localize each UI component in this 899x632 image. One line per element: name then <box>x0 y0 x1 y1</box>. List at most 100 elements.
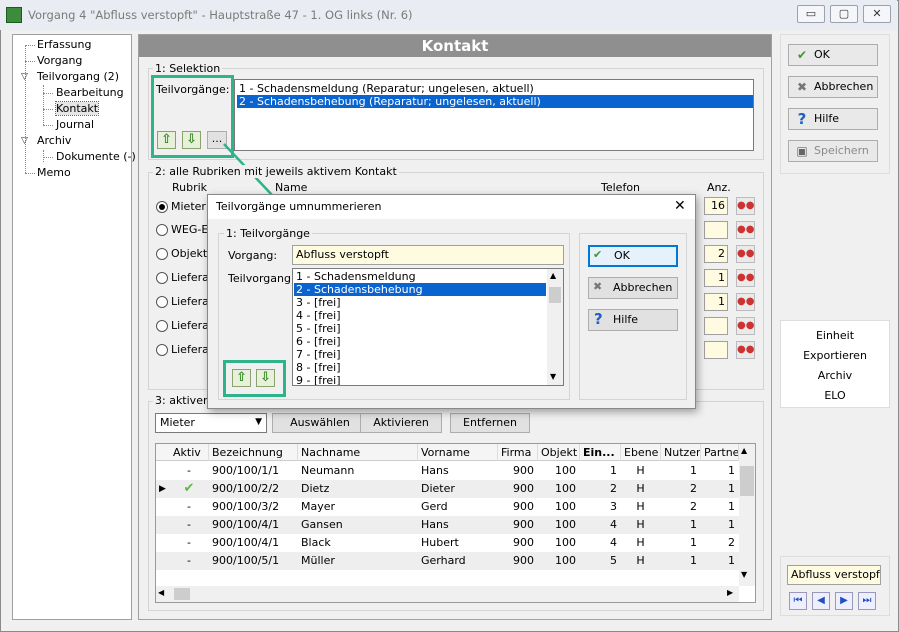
scroll-thumb[interactable] <box>740 466 754 496</box>
list-item[interactable]: 7 - [frei] <box>294 348 546 361</box>
minimize-button[interactable]: ▭ <box>797 5 825 23</box>
rubrik-radio[interactable] <box>156 296 168 308</box>
list-item[interactable]: 6 - [frei] <box>294 335 546 348</box>
chevron-up-icon[interactable]: ▲ <box>741 446 747 455</box>
list-item[interactable]: 3 - [frei] <box>294 296 546 309</box>
list-item[interactable]: 4 - [frei] <box>294 309 546 322</box>
rubrik-dropdown[interactable]: Mieter ▼ <box>155 413 267 433</box>
teilvorgang-listbox[interactable]: 1 - Schadensmeldung 2 - Schadensbehebung 3… <box>292 268 564 386</box>
grid-col-header[interactable]: Firma <box>498 444 538 461</box>
grid-col-header[interactable]: Nutzer <box>661 444 701 461</box>
next-record-icon[interactable]: ▶ <box>835 592 853 610</box>
list-item[interactable]: 9 - [frei] <box>294 374 546 385</box>
nav-item-journal[interactable]: Journal <box>56 118 94 131</box>
grid-col-header[interactable]: Bezeichnung <box>209 444 298 461</box>
maximize-button[interactable]: ▢ <box>830 5 858 23</box>
cross-icon: ✖ <box>796 80 808 94</box>
table-row[interactable]: - 900/100/1/1 Neumann Hans 900 100 1 H 1 1 <box>156 462 739 480</box>
rubrik-radio[interactable] <box>156 344 168 356</box>
auswaehlen-button[interactable]: Auswählen <box>272 413 368 433</box>
scroll-thumb[interactable] <box>174 588 190 600</box>
chevron-up-icon[interactable]: ▲ <box>550 271 556 280</box>
rubrik-radio[interactable] <box>156 248 168 260</box>
list-item[interactable]: 1 - Schadensmeldung (Reparatur; ungelese… <box>237 82 751 95</box>
expand-icon[interactable]: ▽ <box>21 72 28 82</box>
nav-item-bearbeitung[interactable]: Bearbeitung <box>56 86 124 99</box>
people-icon[interactable]: ●● <box>736 197 755 215</box>
aktivieren-button[interactable]: Aktivieren <box>360 413 442 433</box>
list-item[interactable]: 5 - [frei] <box>294 322 546 335</box>
grid-col-header[interactable]: Ebene <box>621 444 661 461</box>
ok-button[interactable]: ✔ OK <box>788 44 878 66</box>
anz-field: 16 <box>704 197 728 215</box>
last-record-icon[interactable]: ⏭ <box>858 592 876 610</box>
list-item[interactable]: 2 - Schadensbehebung (Reparatur; ungeles… <box>237 95 753 108</box>
nav-item-memo[interactable]: Memo <box>37 166 71 179</box>
horizontal-scrollbar[interactable]: ◀ ▶ <box>156 586 739 602</box>
chevron-down-icon[interactable]: ▼ <box>550 372 556 381</box>
rubrik-radio[interactable] <box>156 320 168 332</box>
scroll-thumb[interactable] <box>549 287 561 303</box>
table-row[interactable]: - 900/100/4/1 Black Hubert 900 100 4 H 1 2 <box>156 534 739 552</box>
teilvorgaenge-listbox[interactable]: 1 - Schadensmeldung (Reparatur; ungelese… <box>234 79 754 151</box>
aktiv-cell: - <box>187 464 191 477</box>
grid-col-header[interactable]: Ein... <box>580 444 621 461</box>
nav-item-vorgang[interactable]: Vorgang <box>37 54 82 67</box>
grid-col-header[interactable]: Aktiv <box>170 444 209 461</box>
table-cell: 100 <box>555 482 576 495</box>
table-row[interactable]: - 900/100/5/1 Müller Gerhard 900 100 5 H 1 1 <box>156 552 739 570</box>
dialog-ok-button[interactable]: ✔ OK <box>588 245 678 267</box>
expand-icon[interactable]: ▽ <box>21 136 28 146</box>
grid-col-header[interactable]: Partne <box>701 444 739 461</box>
close-button[interactable]: ✕ <box>863 5 891 23</box>
hilfe-button[interactable]: ? Hilfe <box>788 108 878 130</box>
people-icon[interactable]: ●● <box>736 245 755 263</box>
chevron-down-icon[interactable]: ▼ <box>741 570 747 579</box>
people-icon[interactable]: ●● <box>736 341 755 359</box>
people-icon[interactable]: ●● <box>736 221 755 239</box>
vertical-scrollbar[interactable]: ▲ ▼ <box>739 444 755 586</box>
aktiv-cell: - <box>187 500 191 513</box>
exportieren-link[interactable]: Exportieren <box>781 349 889 362</box>
chevron-right-icon[interactable]: ▶ <box>727 588 733 597</box>
nav-item-archiv[interactable]: Archiv <box>37 134 71 147</box>
entfernen-button[interactable]: Entfernen <box>450 413 530 433</box>
chevron-left-icon[interactable]: ◀ <box>158 588 164 597</box>
table-row[interactable]: ▶ ✔ 900/100/2/2 Dietz Dieter 900 100 2 H 2 1 <box>156 480 739 498</box>
people-icon[interactable]: ●● <box>736 293 755 311</box>
elo-link[interactable]: ELO <box>781 389 889 402</box>
prev-record-icon[interactable]: ◀ <box>812 592 830 610</box>
table-row[interactable]: - 900/100/4/1 Gansen Hans 900 100 4 H 1 1 <box>156 516 739 534</box>
list-item[interactable]: 8 - [frei] <box>294 361 546 374</box>
table-cell: 900 <box>513 464 534 477</box>
grid-col-header[interactable]: Vorname <box>418 444 498 461</box>
nav-item-kontakt[interactable]: Kontakt <box>54 101 100 116</box>
rubrik-radio[interactable] <box>156 272 168 284</box>
rubrik-radio[interactable] <box>156 224 168 236</box>
app-icon <box>6 7 22 23</box>
dialog-close-icon[interactable]: ✕ <box>674 198 686 214</box>
nav-item-dokumente[interactable]: Dokumente (-) <box>56 150 136 163</box>
list-item[interactable]: 1 - Schadensmeldung <box>294 270 546 283</box>
einheit-link[interactable]: Einheit <box>781 329 889 342</box>
nav-item-erfassung[interactable]: Erfassung <box>37 38 91 51</box>
table-cell: 900/100/4/1 <box>212 536 280 549</box>
grid-col-header[interactable]: Nachname <box>298 444 418 461</box>
dialog-scrollbar[interactable]: ▲ ▼ <box>547 269 563 385</box>
table-cell: 2 <box>610 482 617 495</box>
list-item[interactable]: 2 - Schadensbehebung <box>294 283 546 296</box>
dialog-hilfe-button[interactable]: ? Hilfe <box>588 309 678 331</box>
dialog-abbrechen-button[interactable]: ✖ Abbrechen <box>588 277 678 299</box>
grid-col-header[interactable]: Objekt <box>538 444 580 461</box>
abbrechen-button[interactable]: ✖ Abbrechen <box>788 76 878 98</box>
first-record-icon[interactable]: ⏮ <box>789 592 807 610</box>
table-cell: 1 <box>728 464 735 477</box>
people-icon[interactable]: ●● <box>736 269 755 287</box>
table-cell: Gerd <box>421 500 448 513</box>
nav-item-teilvorgang[interactable]: Teilvorgang (2) <box>37 70 119 83</box>
people-icon[interactable]: ●● <box>736 317 755 335</box>
kontakt-grid[interactable]: Aktiv Bezeichnung Nachname Vorname Firma… <box>155 443 756 603</box>
rubrik-radio[interactable] <box>156 201 168 213</box>
table-row[interactable]: - 900/100/3/2 Mayer Gerd 900 100 3 H 2 1 <box>156 498 739 516</box>
archiv-link[interactable]: Archiv <box>781 369 889 382</box>
